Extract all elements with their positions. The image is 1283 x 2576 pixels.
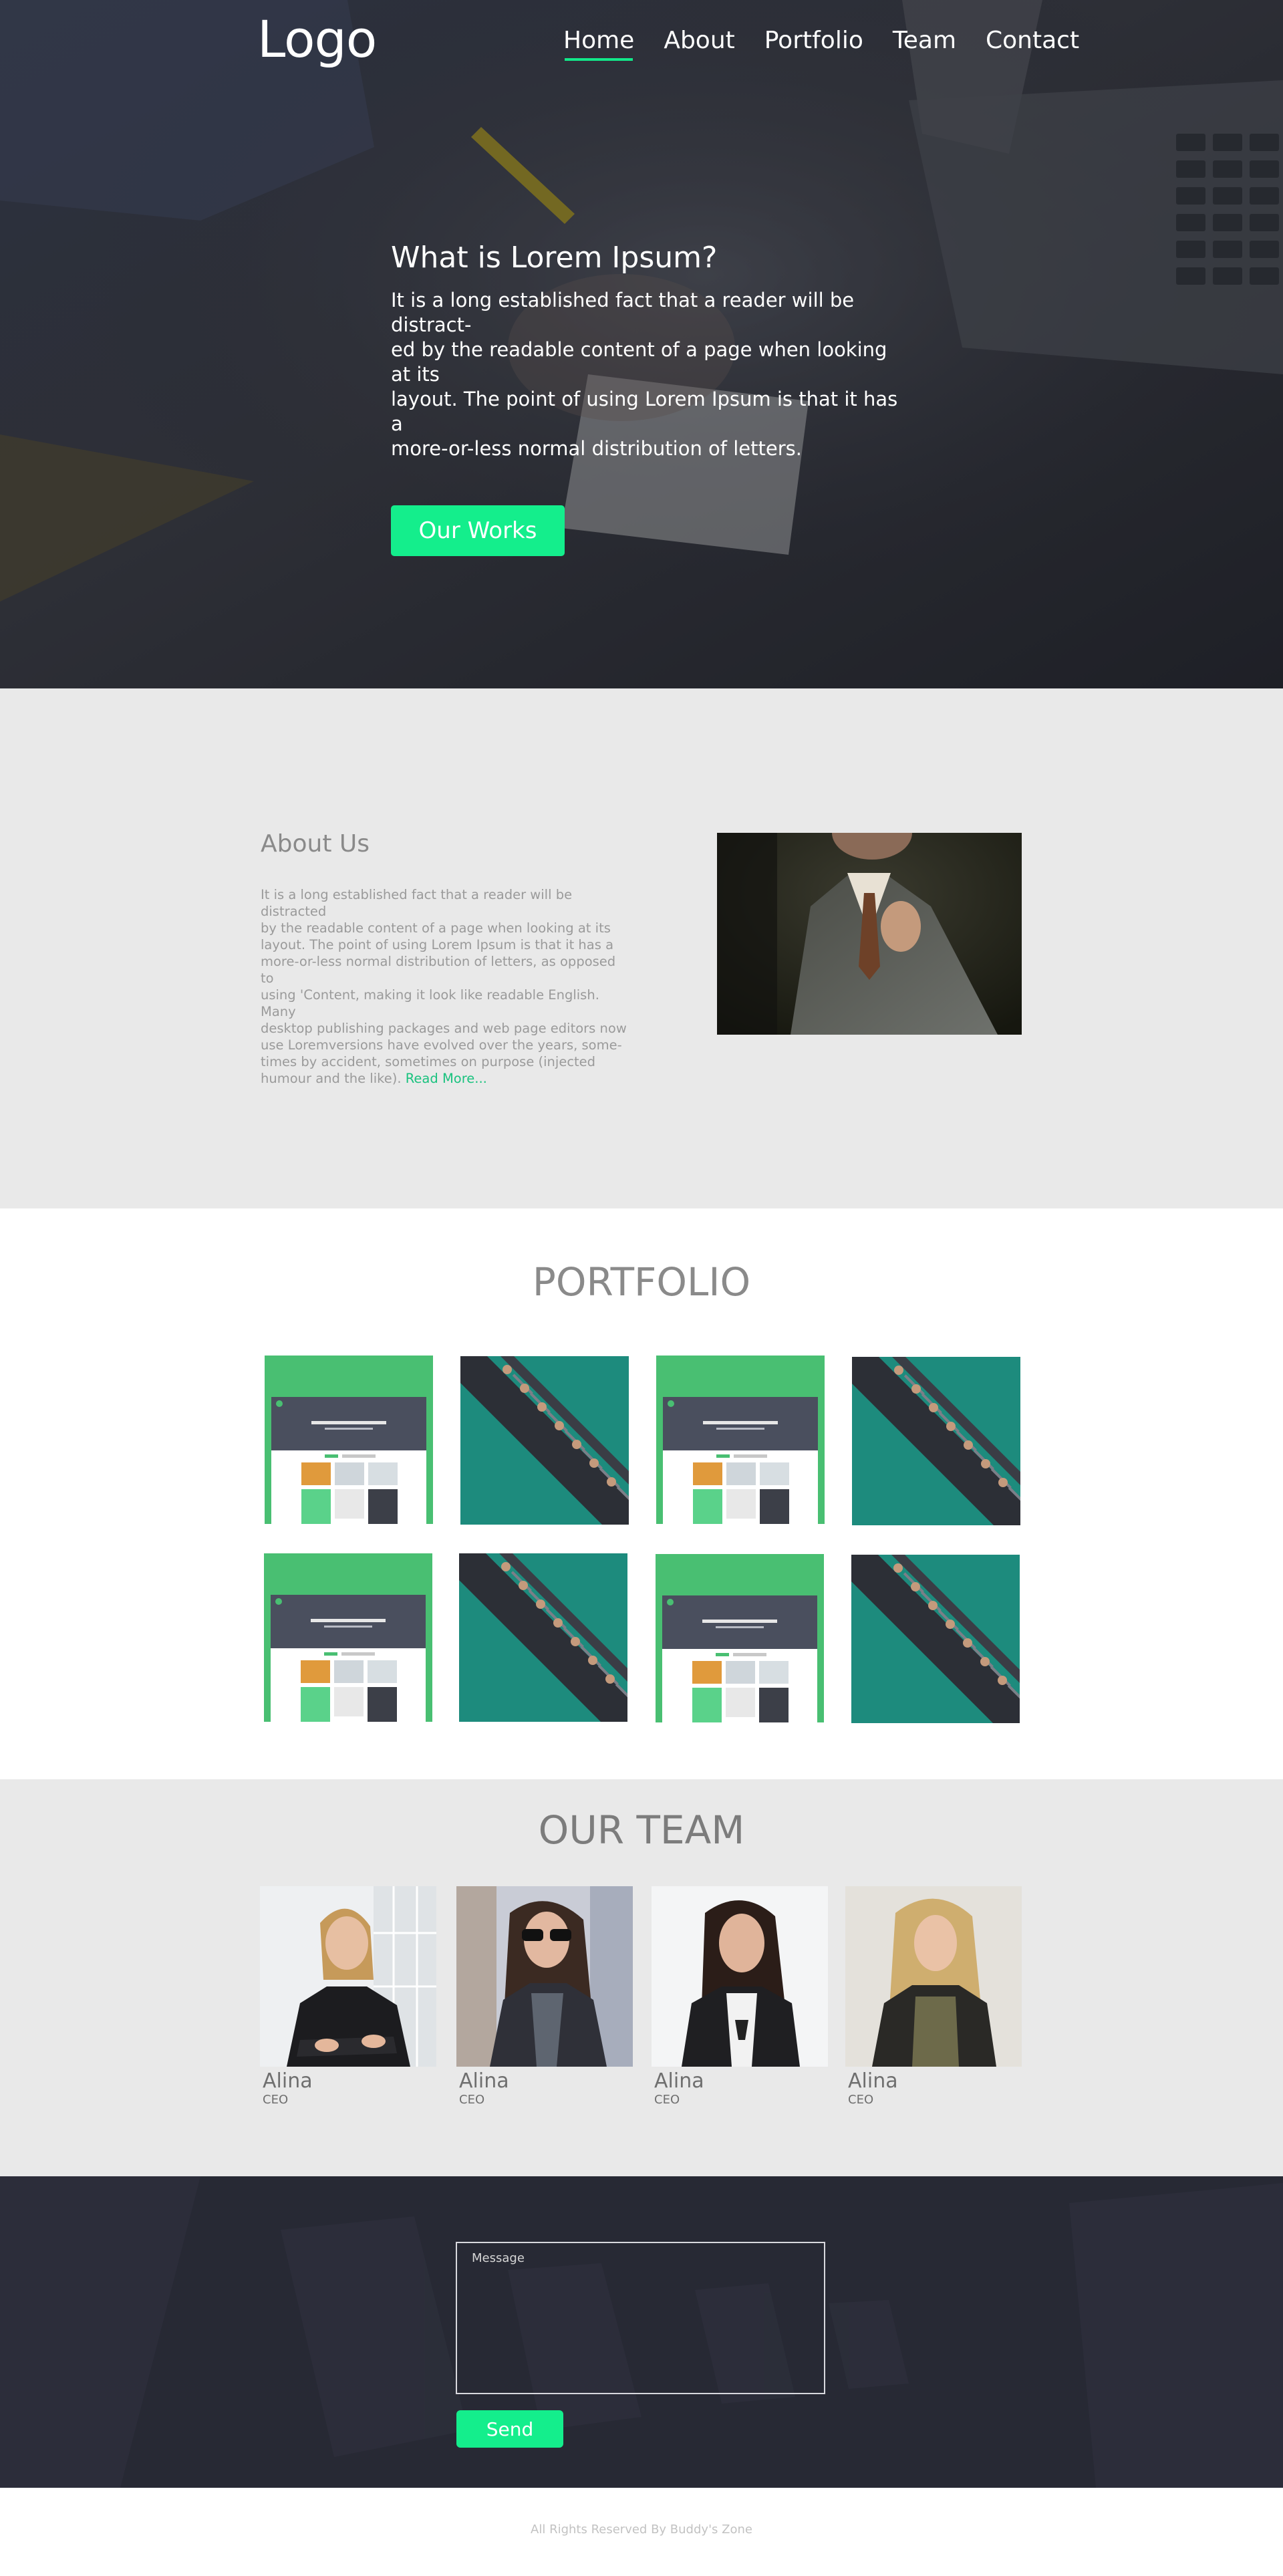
hero-title: What is Lorem Ipsum?	[391, 241, 718, 275]
team-member-name: Alina	[654, 2069, 704, 2093]
portfolio-item[interactable]	[852, 1357, 1020, 1525]
about-text-line: using 'Content, making it look like read…	[261, 987, 599, 1019]
portfolio-item[interactable]	[656, 1356, 825, 1524]
footer-copyright: All Rights Reserved By Buddy's Zone	[531, 2523, 752, 2537]
nav-portfolio[interactable]: Portfolio	[764, 27, 863, 59]
about-text: It is a long established fact that a rea…	[261, 886, 628, 1087]
team-member-name: Alina	[263, 2069, 313, 2093]
team-title: OUR TEAM	[538, 1807, 745, 1853]
contact-section: Send	[0, 2176, 1283, 2488]
send-button[interactable]: Send	[456, 2410, 563, 2448]
hero-text-line: more-or-less normal distribution of lett…	[391, 437, 802, 460]
team-member-role: CEO	[459, 2093, 485, 2107]
about-text-line: layout. The point of using Lorem Ipsum i…	[261, 937, 614, 952]
team-member: Alina CEO	[845, 1886, 1022, 2107]
about-image	[717, 833, 1022, 1035]
team-member-photo	[845, 1886, 1022, 2067]
nav-about[interactable]: About	[664, 27, 734, 59]
hero-text-line: layout. The point of using Lorem Ipsum i…	[391, 388, 898, 435]
hero-content: What is Lorem Ipsum? It is a long establ…	[391, 241, 899, 556]
about-section: About Us It is a long established fact t…	[0, 688, 1283, 1208]
about-text-line: times by accident, sometimes on purpose …	[261, 1054, 596, 1069]
about-text-line: desktop publishing packages and web page…	[261, 1021, 627, 1036]
message-input[interactable]	[456, 2242, 825, 2394]
team-member-photo	[456, 1886, 633, 2067]
portfolio-item[interactable]	[264, 1553, 432, 1722]
nav-contact[interactable]: Contact	[986, 27, 1079, 59]
nav-home[interactable]: Home	[563, 27, 634, 61]
hero-section: Logo Home About Portfolio Team Contact W…	[0, 0, 1283, 688]
team-member: Alina CEO	[652, 1886, 828, 2107]
read-more-link[interactable]: Read More...	[406, 1071, 487, 1086]
portfolio-item[interactable]	[851, 1555, 1020, 1723]
hero-text: It is a long established fact that a rea…	[391, 288, 899, 461]
nav-team[interactable]: Team	[893, 27, 956, 59]
about-text-line: use Loremversions have evolved over the …	[261, 1037, 622, 1053]
hero-text-line: ed by the readable content of a page whe…	[391, 338, 887, 386]
hero-text-line: It is a long established fact that a rea…	[391, 289, 855, 336]
portfolio-item[interactable]	[656, 1554, 824, 1722]
about-text-line: It is a long established fact that a rea…	[261, 887, 573, 919]
logo[interactable]: Logo	[257, 9, 377, 69]
portfolio-grid	[0, 1208, 1283, 1779]
team-member-role: CEO	[263, 2093, 289, 2107]
team-member-name: Alina	[848, 2069, 898, 2093]
main-nav: Home About Portfolio Team Contact	[563, 27, 1079, 61]
about-text-line: more-or-less normal distribution of lett…	[261, 954, 616, 986]
about-title: About Us	[261, 830, 370, 858]
site-footer: All Rights Reserved By Buddy's Zone	[0, 2488, 1283, 2559]
about-text-line: humour and the like).	[261, 1071, 402, 1086]
portfolio-section: PORTFOLIO	[0, 1208, 1283, 1779]
about-text-line: by the readable content of a page when l…	[261, 920, 611, 936]
team-section: OUR TEAM Alina CEO Alina CEO Alina CEO A…	[0, 1779, 1283, 2176]
team-member-role: CEO	[654, 2093, 680, 2107]
our-works-button[interactable]: Our Works	[391, 505, 565, 556]
team-member-photo	[652, 1886, 828, 2067]
team-member: Alina CEO	[260, 1886, 436, 2107]
portfolio-item[interactable]	[460, 1356, 629, 1525]
portfolio-item[interactable]	[459, 1553, 627, 1722]
team-member-photo	[260, 1886, 436, 2067]
team-member-role: CEO	[848, 2093, 874, 2107]
team-member-name: Alina	[459, 2069, 509, 2093]
site-header: Logo Home About Portfolio Team Contact	[0, 0, 1283, 80]
team-member: Alina CEO	[456, 1886, 633, 2107]
portfolio-item[interactable]	[265, 1356, 433, 1524]
